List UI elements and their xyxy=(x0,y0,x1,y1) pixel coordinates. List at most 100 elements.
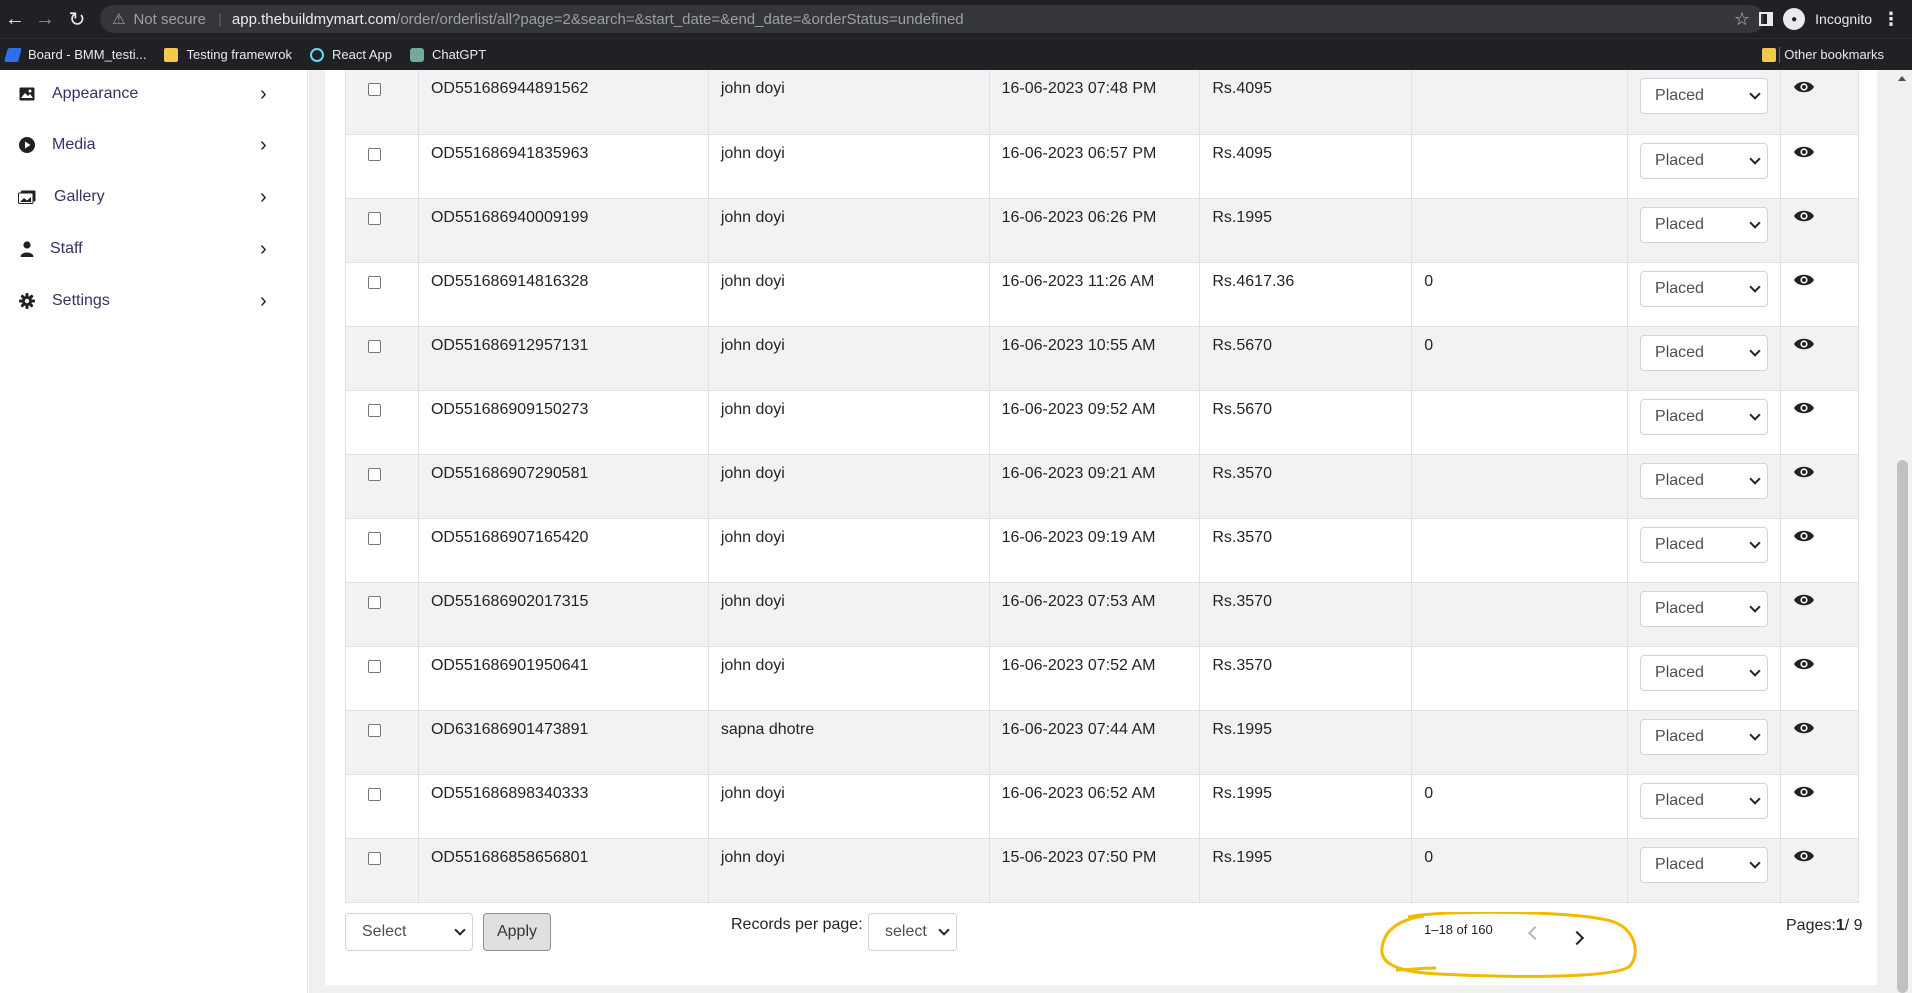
eye-icon[interactable] xyxy=(1793,401,1815,420)
chevron-right-icon: › xyxy=(260,82,267,105)
status-select[interactable]: Placed xyxy=(1640,334,1769,371)
status-select[interactable]: Placed xyxy=(1640,206,1769,243)
other-bookmarks-label: Other bookmarks xyxy=(1784,47,1884,62)
address-bar[interactable]: ⚠ Not secure | app.thebuildmymart.com /o… xyxy=(100,5,1764,33)
row-checkbox[interactable] xyxy=(368,467,381,481)
url-host: app.thebuildmymart.com xyxy=(231,10,397,28)
table-row: OD551686907290581 john doyi 16-06-2023 0… xyxy=(345,453,1859,519)
order-amount: Rs.3570 xyxy=(1199,453,1413,519)
status-select[interactable]: Placed xyxy=(1640,526,1769,563)
row-checkbox[interactable] xyxy=(368,211,381,225)
bookmark-react-app[interactable]: React App xyxy=(309,47,392,62)
row-checkbox[interactable] xyxy=(368,595,381,609)
bookmark-testing-framework[interactable]: Testing framewrok xyxy=(164,47,292,62)
status-select[interactable]: Placed xyxy=(1640,590,1769,627)
eye-icon[interactable] xyxy=(1793,209,1815,228)
status-select[interactable]: Placed xyxy=(1640,78,1769,114)
table-row: OD551686940009199 john doyi 16-06-2023 0… xyxy=(345,197,1859,263)
sidebar: Appearance › Media › Gallery › Staff › S… xyxy=(0,70,308,993)
sidebar-item-gallery[interactable]: Gallery › xyxy=(0,182,300,212)
row-checkbox[interactable] xyxy=(368,147,381,161)
row-checkbox[interactable] xyxy=(368,723,381,737)
play-circle-icon xyxy=(18,136,36,154)
scrollbar-thumb[interactable] xyxy=(1897,460,1908,993)
row-select-cell xyxy=(345,773,419,839)
row-checkbox[interactable] xyxy=(368,275,381,289)
bulk-action-select[interactable]: Select xyxy=(345,913,473,951)
scrollbar[interactable] xyxy=(1893,70,1912,993)
sidebar-item-label: Media xyxy=(52,136,96,153)
status-select[interactable]: Placed xyxy=(1640,462,1769,499)
eye-icon[interactable] xyxy=(1793,80,1815,99)
status-select[interactable]: Placed xyxy=(1640,846,1769,883)
view-cell xyxy=(1780,581,1859,647)
row-checkbox[interactable] xyxy=(368,403,381,417)
back-icon[interactable]: ← xyxy=(0,4,30,34)
status-select[interactable]: Placed xyxy=(1640,142,1769,179)
status-value: Placed xyxy=(1655,279,1704,297)
status-value: Placed xyxy=(1655,87,1704,104)
order-amount: Rs.4095 xyxy=(1199,70,1413,135)
other-bookmarks[interactable]: Other bookmarks xyxy=(1762,47,1884,62)
order-id: OD551686941835963 xyxy=(417,133,709,199)
url-path: /order/orderlist/all?page=2&search=&star… xyxy=(396,10,964,28)
eye-icon[interactable] xyxy=(1793,337,1815,356)
eye-icon[interactable] xyxy=(1793,273,1815,292)
table-row: OD551686909150273 john doyi 16-06-2023 0… xyxy=(345,389,1859,455)
bookmark-chatgpt[interactable]: ChatGPT xyxy=(409,47,487,62)
pages-prefix: Pages: xyxy=(1786,917,1836,934)
side-panel-icon[interactable] xyxy=(1759,12,1774,26)
table-row: OD551686902017315 john doyi 16-06-2023 0… xyxy=(345,581,1859,647)
security-label: Not secure xyxy=(133,10,206,28)
bookmark-label: ChatGPT xyxy=(431,47,487,62)
order-id: OD551686912957131 xyxy=(417,325,709,391)
row-checkbox[interactable] xyxy=(368,659,381,673)
eye-icon[interactable] xyxy=(1793,593,1815,612)
status-select[interactable]: Placed xyxy=(1640,398,1769,435)
row-select-cell xyxy=(345,197,419,263)
status-select[interactable]: Placed xyxy=(1640,270,1769,307)
reload-icon[interactable]: ↻ xyxy=(62,4,92,34)
chevron-down-icon xyxy=(938,924,950,936)
menu-kebab-icon[interactable]: ⋮ xyxy=(1882,9,1900,30)
row-checkbox[interactable] xyxy=(368,83,381,96)
status-select[interactable]: Placed xyxy=(1640,718,1769,755)
row-checkbox[interactable] xyxy=(368,339,381,353)
incognito-icon[interactable]: ● xyxy=(1783,8,1806,30)
chevron-down-icon xyxy=(454,924,466,936)
sidebar-item-label: Settings xyxy=(52,292,110,309)
scroll-up-icon[interactable] xyxy=(1898,76,1906,81)
forward-icon[interactable]: → xyxy=(30,4,60,34)
eye-icon[interactable] xyxy=(1793,785,1815,804)
status-cell: Placed xyxy=(1627,197,1781,263)
table-row: OD551686914816328 john doyi 16-06-2023 1… xyxy=(345,261,1859,327)
status-select[interactable]: Placed xyxy=(1640,654,1769,691)
pagination-range: 1–18 of 160 xyxy=(1424,922,1493,937)
order-extra xyxy=(1411,133,1629,199)
eye-icon[interactable] xyxy=(1793,145,1815,164)
eye-icon[interactable] xyxy=(1793,849,1815,868)
eye-icon[interactable] xyxy=(1793,721,1815,740)
sidebar-item-staff[interactable]: Staff › xyxy=(0,234,300,264)
order-id: OD551686907165420 xyxy=(417,517,709,583)
order-extra xyxy=(1411,70,1629,135)
records-per-page-select[interactable]: select xyxy=(868,913,957,951)
order-date: 16-06-2023 07:48 PM xyxy=(988,70,1201,135)
row-checkbox[interactable] xyxy=(368,851,381,865)
view-cell xyxy=(1780,709,1859,775)
bookmark-star-icon[interactable]: ☆ xyxy=(1734,9,1750,30)
bookmark-board[interactable]: Board - BMM_testi... xyxy=(4,47,146,62)
eye-icon[interactable] xyxy=(1793,465,1815,484)
view-cell xyxy=(1780,261,1859,327)
eye-icon[interactable] xyxy=(1793,657,1815,676)
sidebar-item-appearance[interactable]: Appearance › xyxy=(0,79,300,109)
eye-icon[interactable] xyxy=(1793,529,1815,548)
profile-label[interactable]: Incognito xyxy=(1815,11,1872,27)
row-checkbox[interactable] xyxy=(368,787,381,801)
row-checkbox[interactable] xyxy=(368,531,381,545)
sidebar-item-media[interactable]: Media › xyxy=(0,130,300,160)
apply-button[interactable]: Apply xyxy=(483,913,551,951)
sidebar-item-settings[interactable]: Settings › xyxy=(0,286,300,316)
records-per-page-value: select xyxy=(885,923,927,940)
status-select[interactable]: Placed xyxy=(1640,782,1769,819)
